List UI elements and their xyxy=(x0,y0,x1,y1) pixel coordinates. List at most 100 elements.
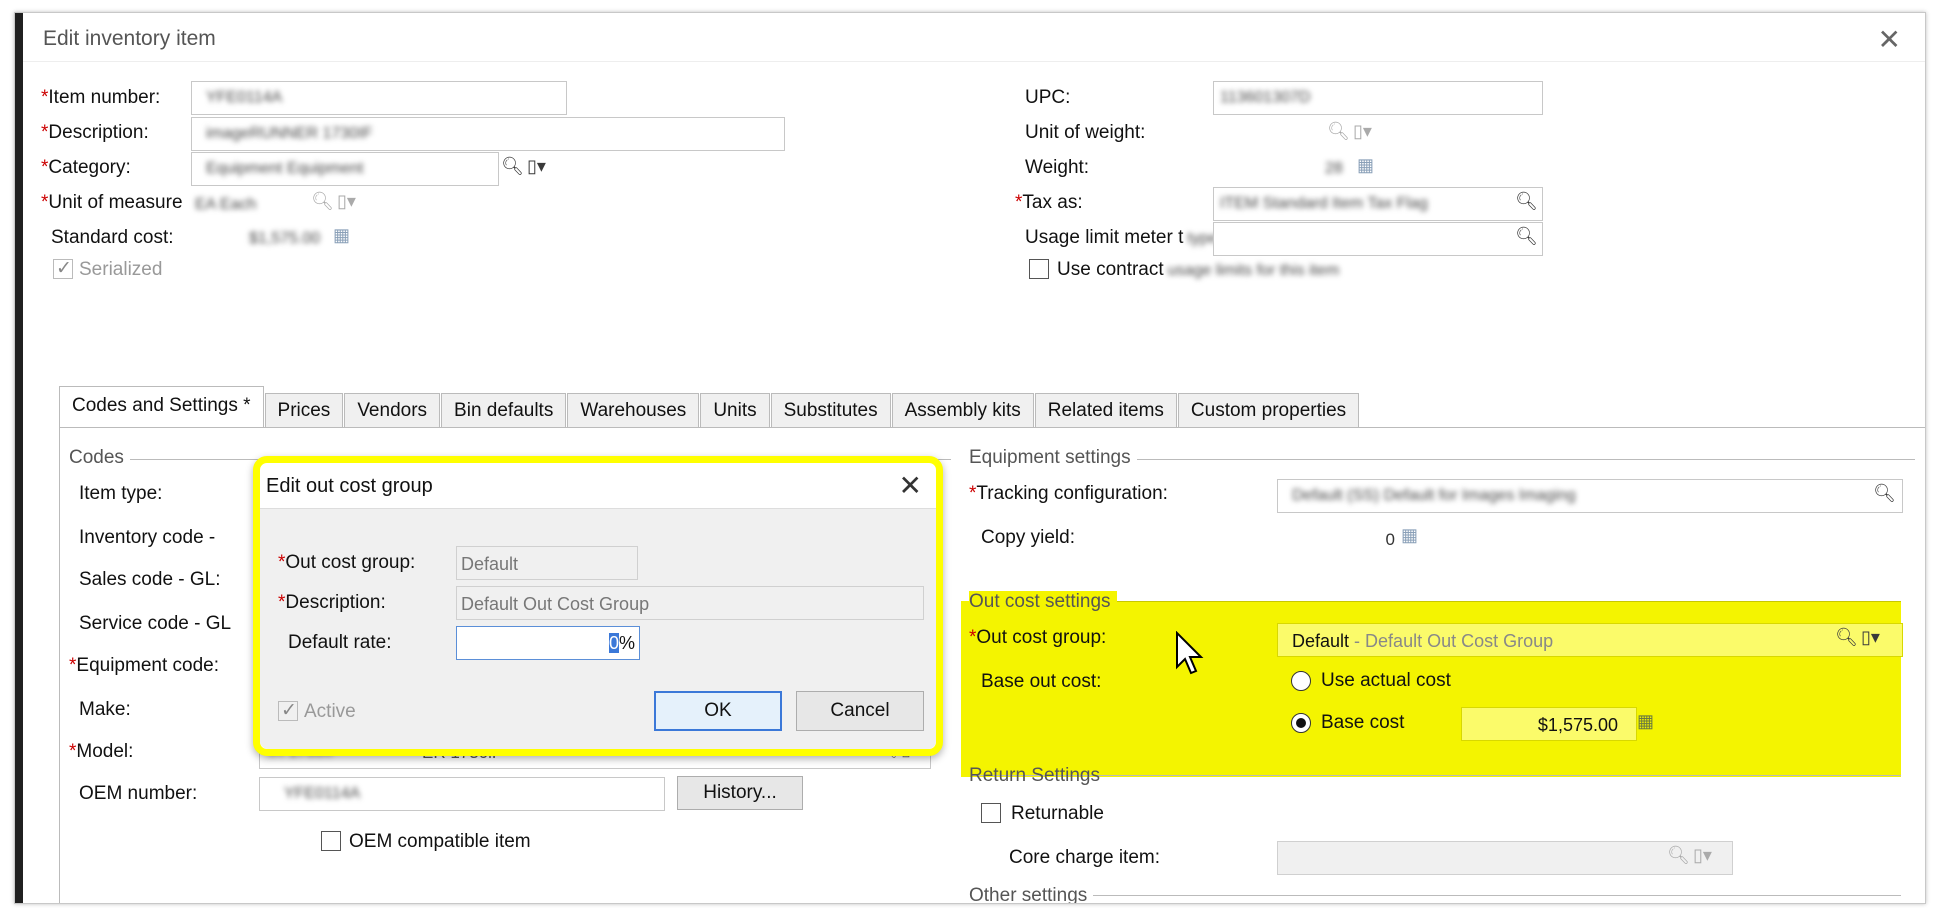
dialog-group-field[interactable]: Default xyxy=(456,546,638,580)
item-number-field[interactable]: YFE0114A xyxy=(191,81,567,115)
weight-calculator-icon[interactable]: ▦ xyxy=(1357,155,1374,176)
weight-label: Weight: xyxy=(1025,157,1090,178)
dialog-rate-label: Default rate: xyxy=(288,632,392,653)
tracking-search-icon[interactable]: 🔍︎ xyxy=(1873,483,1896,504)
unit-of-weight-label: Unit of weight: xyxy=(1025,122,1146,143)
tracking-configuration-label: *Tracking configuration: xyxy=(969,483,1168,504)
tab-related-items[interactable]: Related items xyxy=(1034,393,1177,427)
dialog-active-checkbox[interactable] xyxy=(278,699,298,722)
history-button[interactable]: History... xyxy=(677,776,803,810)
copy-yield-field[interactable]: 0 xyxy=(1277,523,1401,553)
use-actual-cost-radio[interactable] xyxy=(1291,671,1311,691)
tab-warehouses[interactable]: Warehouses xyxy=(567,393,700,427)
upc-label: UPC: xyxy=(1025,87,1071,108)
out-cost-group-field[interactable]: Default - Default Out Cost Group xyxy=(1277,623,1903,657)
out-cost-group-dropdown-icon[interactable]: ▯▾ xyxy=(1861,627,1880,648)
base-cost-label: Base cost xyxy=(1321,712,1405,733)
returnable-checkbox[interactable] xyxy=(981,803,1001,823)
dialog-rate-field[interactable]: 0% xyxy=(456,626,640,660)
base-cost-radio[interactable] xyxy=(1291,713,1311,733)
unit-of-measure-label: *Unit of measure xyxy=(41,192,183,213)
use-contract-label: Use contract usage limits for this item xyxy=(1057,259,1340,280)
category-label: *Category: xyxy=(41,157,131,178)
copy-yield-value: 0 xyxy=(1385,530,1395,549)
base-cost-field[interactable]: $1,575.00 xyxy=(1461,707,1637,741)
base-out-cost-label: Base out cost: xyxy=(981,671,1102,692)
dialog-rate-value: 0% xyxy=(608,633,635,653)
tab-assembly-kits[interactable]: Assembly kits xyxy=(891,393,1034,427)
dialog-description-field[interactable]: Default Out Cost Group xyxy=(456,586,924,620)
title-bar: Edit inventory item ✕ xyxy=(23,13,1925,62)
serialized-label: Serialized xyxy=(79,259,163,280)
tax-as-search-icon[interactable]: 🔍︎ xyxy=(1515,191,1538,212)
item-number-label: *Item number: xyxy=(41,87,161,108)
usage-limit-search-icon[interactable]: 🔍︎ xyxy=(1515,226,1538,247)
base-cost-calculator-icon[interactable]: ▦ xyxy=(1637,711,1654,732)
dialog-group-value: Default xyxy=(461,554,519,574)
dialog-ok-button[interactable]: OK xyxy=(654,691,782,731)
description-label: *Description: xyxy=(41,122,149,143)
serialized-checkbox[interactable] xyxy=(53,257,73,280)
tax-as-field[interactable]: ITEM Standard Item Tax Flag xyxy=(1213,187,1543,221)
uom-dropdown-icon[interactable]: ▯▾ xyxy=(337,191,356,212)
codes-section-title: Codes xyxy=(69,447,130,469)
other-settings-title: Other settings xyxy=(969,885,1094,903)
copy-yield-calculator-icon[interactable]: ▦ xyxy=(1401,525,1418,546)
unit-of-weight-search-icon[interactable]: 🔍︎ xyxy=(1327,121,1350,142)
core-charge-item-field[interactable] xyxy=(1277,841,1733,875)
edit-out-cost-group-dialog: Edit out cost group ✕ *Out cost group: D… xyxy=(253,456,943,756)
description-field[interactable]: imageRUNNER 1730IF xyxy=(191,117,785,151)
oem-compatible-checkbox[interactable] xyxy=(321,831,341,851)
window-title: Edit inventory item xyxy=(43,27,216,50)
tab-prices[interactable]: Prices xyxy=(264,393,344,427)
tab-vendors[interactable]: Vendors xyxy=(344,393,441,427)
sales-code-label: Sales code - GL: xyxy=(79,569,221,590)
oem-number-field[interactable]: YFE0114A xyxy=(259,777,665,811)
oem-compatible-label: OEM compatible item xyxy=(349,831,531,852)
returnable-label: Returnable xyxy=(1011,803,1104,824)
make-label: Make: xyxy=(79,699,131,720)
service-code-label: Service code - GL xyxy=(79,613,232,634)
core-charge-search-icon[interactable]: 🔍︎ xyxy=(1667,845,1690,866)
dialog-body: *Out cost group: Default *Description: D… xyxy=(260,509,936,749)
usage-limit-field[interactable] xyxy=(1213,222,1543,256)
dialog-close-icon[interactable]: ✕ xyxy=(899,469,922,502)
equipment-code-label: *Equipment code: xyxy=(69,655,219,676)
upc-field[interactable]: 113601307D xyxy=(1213,81,1543,115)
category-dropdown-icon[interactable]: ▯▾ xyxy=(527,156,546,177)
tab-substitutes[interactable]: Substitutes xyxy=(770,393,891,427)
dialog-description-label: *Description: xyxy=(278,592,386,613)
base-cost-value: $1,575.00 xyxy=(1537,715,1618,735)
tab-codes-and-settings[interactable]: Codes and Settings * xyxy=(59,386,264,427)
mouse-cursor-icon xyxy=(1176,631,1204,675)
tab-bin-defaults[interactable]: Bin defaults xyxy=(441,393,567,427)
uom-search-icon[interactable]: 🔍︎ xyxy=(311,191,334,212)
unit-of-weight-dropdown-icon[interactable]: ▯▾ xyxy=(1353,121,1372,142)
unit-of-weight-field[interactable] xyxy=(1213,117,1323,147)
copy-yield-label: Copy yield: xyxy=(981,527,1075,548)
standard-cost-calculator-icon[interactable]: ▦ xyxy=(333,225,350,246)
tab-units[interactable]: Units xyxy=(700,393,770,427)
out-cost-group-label: *Out cost group: xyxy=(969,627,1107,648)
window-close-icon[interactable]: ✕ xyxy=(1878,23,1901,56)
unit-of-measure-field[interactable]: EA Each xyxy=(191,189,301,219)
equipment-settings-title: Equipment settings xyxy=(969,447,1137,469)
dialog-description-value: Default Out Cost Group xyxy=(461,594,650,614)
tracking-configuration-field[interactable]: Default (SS) Default for Images Imaging xyxy=(1277,479,1903,513)
edit-inventory-window: Edit inventory item ✕ *Item number: YFE0… xyxy=(14,12,1926,904)
dialog-group-label: *Out cost group: xyxy=(278,552,416,573)
weight-field[interactable]: 28 xyxy=(1213,153,1353,183)
standard-cost-label: Standard cost: xyxy=(51,227,174,248)
usage-limit-label: Usage limit meter t type xyxy=(1025,227,1218,248)
category-search-icon[interactable]: 🔍︎ xyxy=(501,156,524,177)
standard-cost-field: $1,575.00 xyxy=(249,230,321,247)
core-charge-dropdown-icon[interactable]: ▯▾ xyxy=(1693,845,1712,866)
return-settings-title: Return Settings xyxy=(969,765,1100,786)
dialog-cancel-button[interactable]: Cancel xyxy=(796,691,924,731)
tab-custom-properties[interactable]: Custom properties xyxy=(1177,393,1360,427)
inventory-code-label: Inventory code - xyxy=(79,527,216,548)
out-cost-group-search-icon[interactable]: 🔍︎ xyxy=(1835,627,1858,648)
category-field[interactable]: Equipment Equipment xyxy=(191,152,499,186)
oem-number-label: OEM number: xyxy=(79,783,198,804)
use-contract-checkbox[interactable] xyxy=(1029,259,1049,279)
